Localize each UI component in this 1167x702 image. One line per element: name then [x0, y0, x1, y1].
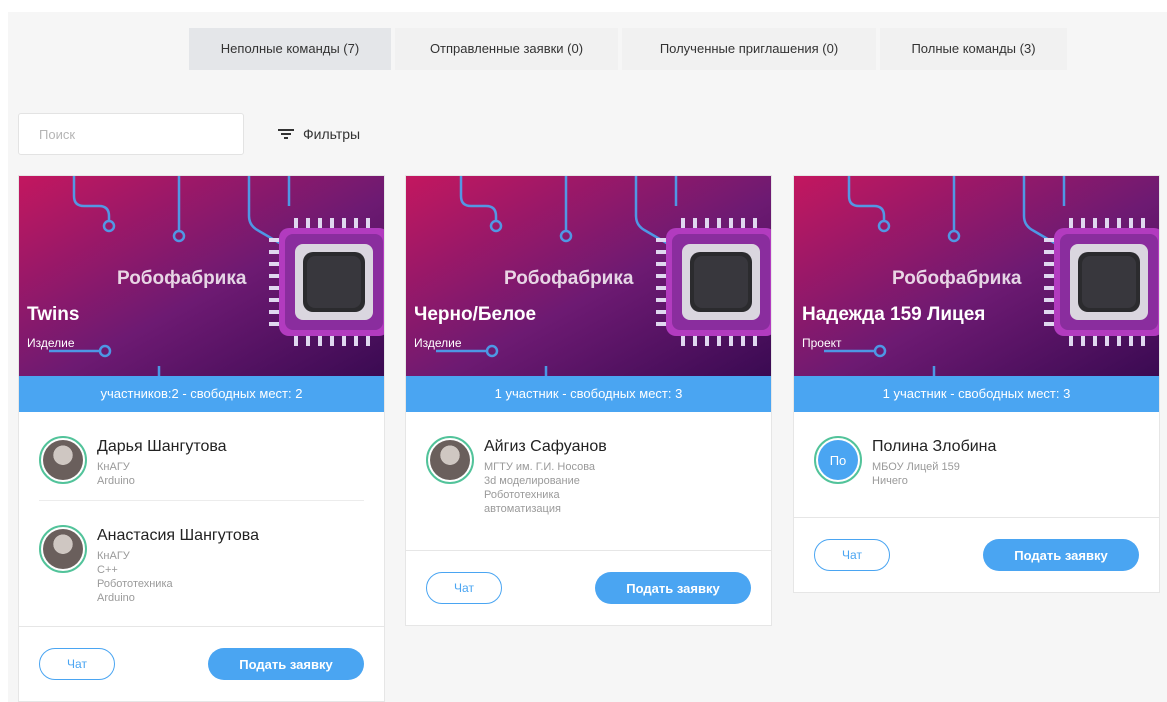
tab-incomplete-teams[interactable]: Неполные команды (7)	[189, 28, 391, 70]
team-type: Проект	[802, 336, 842, 350]
member-detail: Робототехника	[484, 489, 560, 501]
team-name: Черно/Белое	[414, 304, 537, 325]
page: Неполные команды (7) Отправленные заявки…	[8, 12, 1167, 702]
team-card: Робофабрика Надежда 159 Лицея Проект 1 у…	[793, 175, 1160, 593]
member-name[interactable]: Дарья Шангутова	[97, 438, 227, 456]
search-input[interactable]	[18, 113, 244, 155]
apply-button[interactable]: Подать заявку	[208, 648, 364, 680]
tab-complete-teams[interactable]: Полные команды (3)	[880, 28, 1067, 70]
team-card: Робофабрика Черно/Белое Изделие 1 участн…	[405, 175, 772, 626]
avatar[interactable]	[426, 436, 474, 484]
team-card: Робофабрика Twins Изделие участников:2 -…	[18, 175, 385, 702]
avatar-initials: По	[818, 440, 858, 480]
tab-received-invitations[interactable]: Полученные приглашения (0)	[622, 28, 876, 70]
member-list: По Полина Злобина МБОУ Лицей 159 Ничего	[794, 412, 1159, 500]
avatar[interactable]: По	[814, 436, 862, 484]
member-info: Айгиз Сафуанов МГТУ им. Г.И. Носова 3d мод…	[484, 428, 607, 516]
member-item: Айгиз Сафуанов МГТУ им. Г.И. Носова 3d мод…	[426, 412, 751, 528]
user-photo-icon	[43, 529, 83, 569]
avatar[interactable]	[39, 436, 87, 484]
member-detail: МБОУ Лицей 159	[872, 461, 960, 473]
seats-info: 1 участник - свободных мест: 3	[406, 376, 771, 412]
team-banner: Робофабрика Черно/Белое Изделие	[406, 176, 771, 376]
seats-info: участников:2 - свободных мест: 2	[19, 376, 384, 412]
team-banner: Робофабрика Надежда 159 Лицея Проект	[794, 176, 1159, 376]
tab-sent-requests[interactable]: Отправленные заявки (0)	[395, 28, 618, 70]
member-detail: автоматизация	[484, 503, 561, 515]
filter-icon	[278, 129, 294, 139]
avatar[interactable]	[39, 525, 87, 573]
apply-button[interactable]: Подать заявку	[595, 572, 751, 604]
member-detail: C++	[97, 564, 118, 576]
team-name: Twins	[27, 304, 80, 325]
chat-button[interactable]: Чат	[814, 539, 890, 571]
member-detail: КнАГУ	[97, 550, 130, 562]
team-type: Изделие	[414, 336, 462, 350]
card-actions: Чат Подать заявку	[406, 550, 771, 625]
member-detail: Arduino	[97, 592, 135, 604]
seats-info: 1 участник - свободных мест: 3	[794, 376, 1159, 412]
chat-button[interactable]: Чат	[426, 572, 502, 604]
brand-label: Робофабрика	[117, 268, 247, 289]
user-photo-icon	[430, 440, 470, 480]
member-list: Айгиз Сафуанов МГТУ им. Г.И. Носова 3d мод…	[406, 412, 771, 528]
brand-label: Робофабрика	[504, 268, 634, 289]
user-photo-icon	[43, 440, 83, 480]
card-actions: Чат Подать заявку	[19, 626, 384, 701]
member-name[interactable]: Айгиз Сафуанов	[484, 438, 607, 456]
filters-label: Фильтры	[303, 126, 361, 142]
member-detail: Ничего	[872, 475, 908, 487]
member-info: Дарья Шангутова КнАГУ Arduino	[97, 428, 227, 488]
brand-label: Робофабрика	[892, 268, 1022, 289]
chat-button[interactable]: Чат	[39, 648, 115, 680]
filters-button[interactable]: Фильтры	[278, 122, 360, 146]
team-tabs: Неполные команды (7) Отправленные заявки…	[189, 28, 1067, 70]
member-name[interactable]: Анастасия Шангутова	[97, 527, 259, 545]
member-item: По Полина Злобина МБОУ Лицей 159 Ничего	[814, 412, 1139, 500]
member-info: Полина Злобина МБОУ Лицей 159 Ничего	[872, 428, 996, 488]
member-detail: КнАГУ	[97, 461, 130, 473]
team-name: Надежда 159 Лицея	[802, 304, 986, 325]
team-type: Изделие	[27, 336, 75, 350]
member-list: Дарья Шангутова КнАГУ Arduino Анастасия Шан…	[19, 412, 384, 617]
member-detail: МГТУ им. Г.И. Носова	[484, 461, 596, 473]
member-item: Анастасия Шангутова КнАГУ C++ Робототехника…	[39, 501, 364, 617]
member-name[interactable]: Полина Злобина	[872, 438, 996, 456]
member-item: Дарья Шангутова КнАГУ Arduino	[39, 412, 364, 501]
team-banner: Робофабрика Twins Изделие	[19, 176, 384, 376]
member-detail: Arduino	[97, 475, 135, 487]
member-detail: 3d моделирование	[484, 475, 580, 487]
member-info: Анастасия Шангутова КнАГУ C++ Робототехника…	[97, 517, 259, 605]
apply-button[interactable]: Подать заявку	[983, 539, 1139, 571]
member-detail: Робототехника	[97, 578, 173, 590]
card-actions: Чат Подать заявку	[794, 517, 1159, 592]
